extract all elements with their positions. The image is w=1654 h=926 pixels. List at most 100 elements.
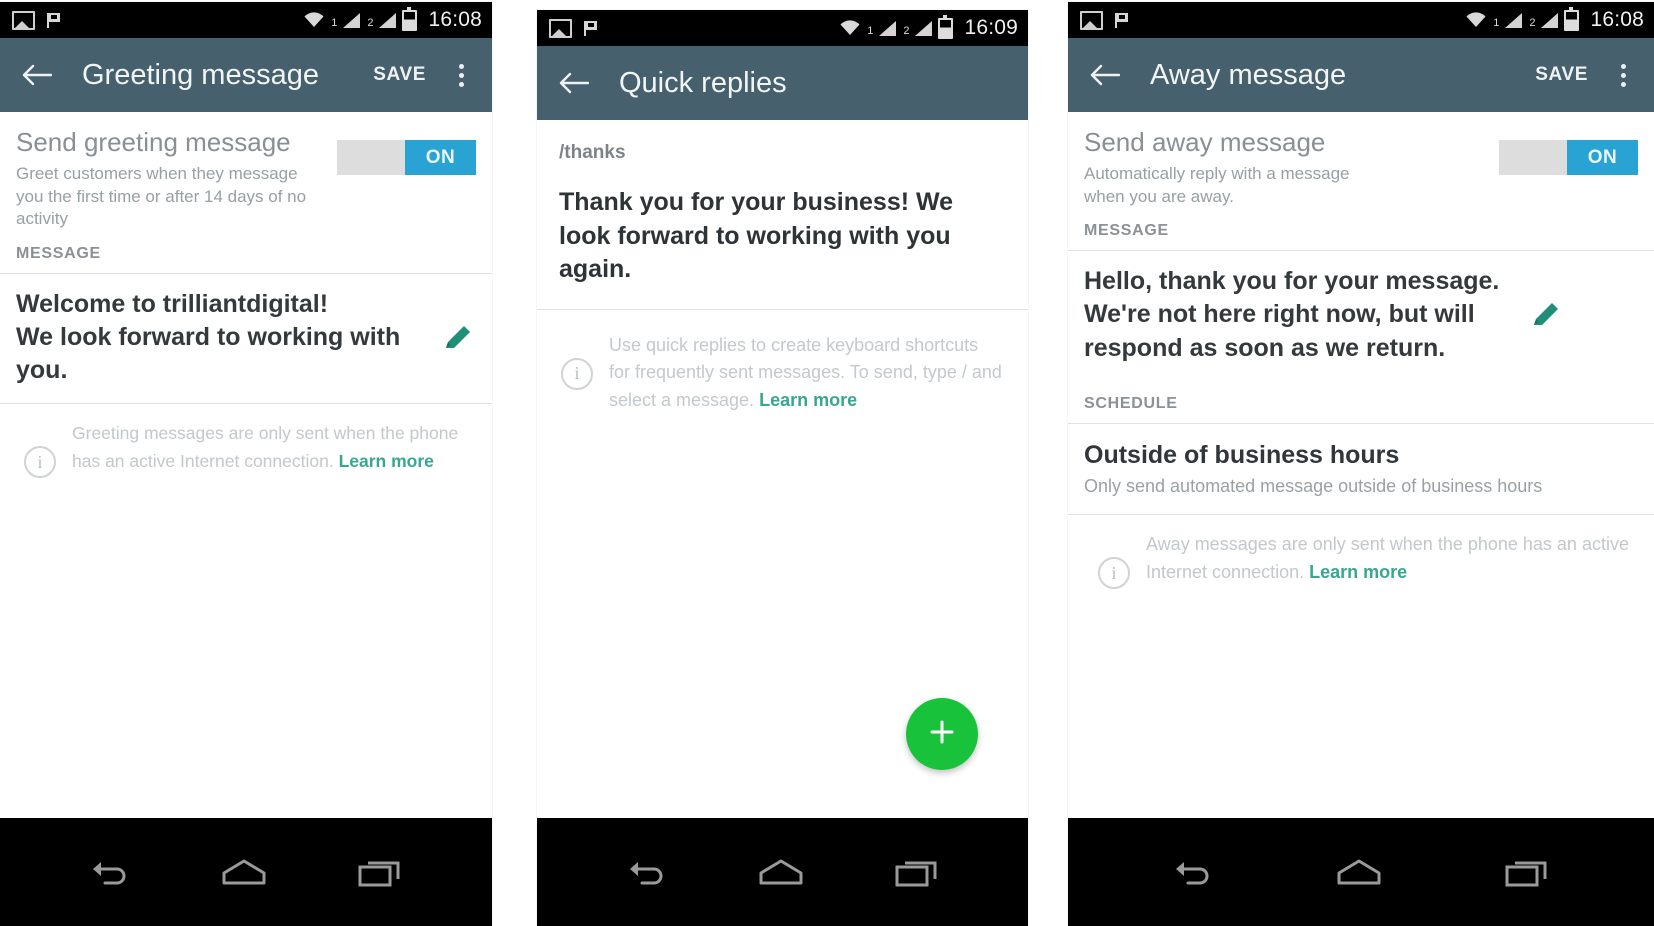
nav-home-icon[interactable] (220, 857, 268, 887)
phone-screen-greeting-message: 1 2 16:08 Greeting message SAVE Send gre… (0, 2, 492, 926)
signal-bars-icon (343, 12, 361, 28)
phone-screen-quick-replies: 1 2 16:09 Quick replies /thanks Thank yo… (537, 10, 1028, 926)
learn-more-link[interactable]: Learn more (339, 451, 434, 471)
save-button[interactable]: SAVE (1535, 64, 1588, 86)
learn-more-link[interactable]: Learn more (1309, 562, 1407, 582)
status-bar-clock: 16:08 (428, 8, 482, 31)
toggle-texts: Send greeting message Greet customers wh… (16, 127, 337, 231)
section-header-message: MESSAGE (1084, 222, 1169, 240)
nav-home-icon[interactable] (757, 857, 805, 887)
app-bar: Quick replies (537, 46, 1028, 120)
plus-icon (925, 715, 959, 754)
quick-reply-body[interactable]: Thank you for your business! We look for… (537, 164, 1028, 309)
image-icon (12, 10, 35, 30)
info-text: Greeting messages are only sent when the… (72, 420, 474, 474)
edit-pencil-icon[interactable] (440, 320, 476, 356)
info-icon: i (1098, 557, 1130, 590)
nav-back-icon[interactable] (1170, 857, 1214, 887)
schedule-row[interactable]: Outside of business hours Only send auto… (1068, 424, 1654, 514)
away-info-row: i Away messages are only sent when the p… (1068, 515, 1654, 590)
greeting-message-row[interactable]: Welcome to trilliantdigital! We look for… (0, 274, 492, 404)
nav-recents-icon[interactable] (1504, 856, 1552, 888)
status-bar-right: 1 2 16:09 (839, 14, 1018, 40)
page-title: Quick replies (619, 66, 787, 99)
navigation-bar (1068, 818, 1654, 926)
status-bar-left (549, 18, 600, 38)
toggle-title: Send greeting message (16, 127, 291, 157)
sim1-label: 1 (331, 17, 338, 29)
status-bar: 1 2 16:09 (537, 10, 1028, 46)
signal-bars-icon (1541, 12, 1559, 28)
quick-reply-shortcut: /thanks (559, 142, 626, 163)
sim2-label: 2 (367, 17, 374, 29)
toggle-state-label: ON (405, 140, 476, 175)
nav-recents-icon[interactable] (357, 856, 405, 888)
screenshot-stage: 1 2 16:08 Greeting message SAVE Send gre… (0, 0, 1654, 926)
nav-back-icon[interactable] (624, 857, 668, 887)
wifi-icon (1465, 12, 1487, 28)
nav-recents-icon[interactable] (894, 856, 942, 888)
toggle-track (337, 140, 405, 175)
screen-content: Send away message Automatically reply wi… (1068, 112, 1654, 818)
sim2-label: 2 (1529, 17, 1536, 29)
status-bar-clock: 16:09 (964, 16, 1018, 39)
toggle-texts: Send away message Automatically reply wi… (1084, 127, 1499, 208)
sim2-label: 2 (903, 25, 910, 37)
nav-back-icon[interactable] (87, 857, 131, 887)
back-arrow-icon[interactable] (20, 58, 54, 92)
send-greeting-message-row[interactable]: Send greeting message Greet customers wh… (0, 112, 492, 231)
wifi-icon (303, 12, 325, 28)
info-text: Away messages are only sent when the pho… (1146, 531, 1636, 587)
section-header-message: MESSAGE (16, 244, 101, 262)
away-message-row[interactable]: Hello, thank you for your message. We're… (1068, 251, 1654, 381)
back-arrow-icon[interactable] (557, 66, 591, 100)
section-header-schedule: SCHEDULE (1084, 394, 1178, 412)
signal-bars-icon (915, 20, 933, 36)
send-greeting-message-toggle[interactable]: ON (337, 140, 476, 175)
status-bar-left (1080, 10, 1131, 30)
sim1-label: 1 (1493, 17, 1500, 29)
send-away-message-row[interactable]: Send away message Automatically reply wi… (1068, 112, 1654, 208)
battery-icon (1564, 6, 1580, 31)
greeting-info-row: i Greeting messages are only sent when t… (0, 404, 492, 479)
schedule-title: Outside of business hours (1084, 440, 1400, 469)
flag-icon (45, 12, 63, 29)
toggle-state-label: ON (1567, 140, 1638, 175)
quick-replies-info-row: i Use quick replies to create keyboard s… (537, 310, 1028, 416)
battery-icon (938, 14, 954, 39)
info-icon: i (24, 446, 56, 479)
status-bar-right: 1 2 16:08 (303, 6, 482, 32)
info-text: Use quick replies to create keyboard sho… (609, 332, 1004, 416)
image-icon (1080, 10, 1103, 30)
toggle-subtitle: Automatically reply with a message when … (1084, 163, 1350, 206)
info-icon: i (561, 357, 593, 390)
signal-bars-icon (379, 12, 397, 28)
sim1-label: 1 (867, 25, 874, 37)
greeting-message-text: Welcome to trilliantdigital! We look for… (16, 289, 401, 385)
navigation-bar (0, 818, 492, 926)
screen-content: /thanks Thank you for your business! We … (537, 120, 1028, 818)
status-bar: 1 2 16:08 (1068, 2, 1654, 38)
status-bar-left (12, 10, 63, 30)
toggle-title: Send away message (1084, 127, 1326, 157)
overflow-menu-icon[interactable] (1610, 58, 1636, 92)
edit-pencil-icon[interactable] (1528, 297, 1564, 333)
nav-home-icon[interactable] (1335, 857, 1383, 887)
overflow-menu-icon[interactable] (448, 58, 474, 92)
signal-bars-icon (1505, 12, 1523, 28)
schedule-subtitle: Only send automated message outside of b… (1084, 475, 1543, 496)
page-title: Away message (1150, 58, 1347, 91)
save-button[interactable]: SAVE (373, 64, 426, 86)
back-arrow-icon[interactable] (1088, 58, 1122, 92)
add-quick-reply-button[interactable] (906, 698, 978, 770)
toggle-subtitle: Greet customers when they message you th… (16, 163, 307, 229)
navigation-bar (537, 818, 1028, 926)
flag-icon (582, 20, 600, 37)
send-away-message-toggle[interactable]: ON (1499, 140, 1638, 175)
battery-icon (402, 6, 418, 31)
flag-icon (1113, 12, 1131, 29)
phone-screen-away-message: 1 2 16:08 Away message SAVE Send away me… (1068, 2, 1654, 926)
learn-more-link[interactable]: Learn more (759, 390, 857, 410)
toggle-track (1499, 140, 1567, 175)
signal-bars-icon (879, 20, 897, 36)
